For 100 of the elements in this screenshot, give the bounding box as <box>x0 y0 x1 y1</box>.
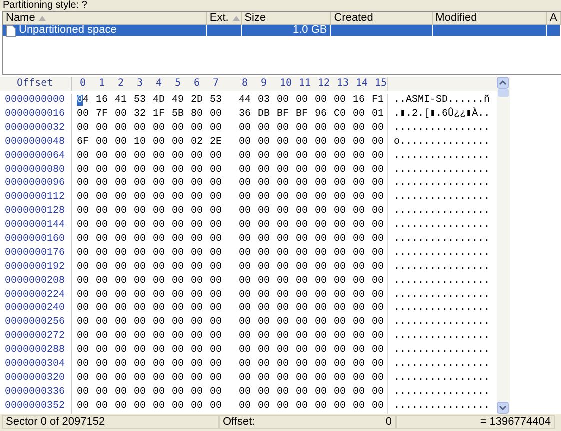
column-header[interactable]: Created <box>331 12 433 24</box>
hex-byte[interactable]: 00 <box>277 260 296 275</box>
hex-byte[interactable]: 00 <box>153 246 172 261</box>
hex-byte[interactable]: 00 <box>210 330 229 344</box>
hex-byte[interactable]: 00 <box>172 136 191 150</box>
column-header[interactable]: Name <box>3 12 207 24</box>
hex-byte[interactable]: 00 <box>334 94 353 108</box>
hex-byte[interactable]: 00 <box>191 372 210 386</box>
hex-byte[interactable]: 00 <box>153 288 172 302</box>
hex-byte[interactable]: 2E <box>210 136 229 150</box>
hex-byte[interactable]: 00 <box>315 372 334 386</box>
hex-byte[interactable]: 00 <box>77 288 96 302</box>
hex-byte[interactable]: 00 <box>172 177 191 192</box>
hex-byte[interactable]: 00 <box>96 316 115 330</box>
hex-byte[interactable]: 00 <box>115 108 134 122</box>
hex-byte[interactable]: 00 <box>134 122 153 136</box>
hex-byte[interactable]: 00 <box>258 316 277 330</box>
hex-byte[interactable]: 00 <box>96 386 115 400</box>
hex-byte[interactable]: 00 <box>96 136 115 150</box>
hex-byte[interactable]: 00 <box>239 288 258 302</box>
hex-byte[interactable]: 00 <box>210 372 229 386</box>
hex-byte[interactable]: 00 <box>77 219 96 233</box>
hex-byte[interactable]: 00 <box>372 330 391 344</box>
hex-byte[interactable]: 00 <box>277 164 296 178</box>
hex-byte[interactable]: BF <box>277 108 296 122</box>
hex-byte[interactable]: 00 <box>239 205 258 220</box>
hex-byte[interactable]: 00 <box>210 358 229 372</box>
hex-byte[interactable]: 00 <box>172 191 191 206</box>
hex-byte[interactable]: 53 <box>134 94 153 108</box>
hex-byte[interactable]: 00 <box>296 330 315 344</box>
hex-byte[interactable]: 00 <box>77 122 96 136</box>
hex-byte[interactable]: 00 <box>134 386 153 400</box>
hex-byte[interactable]: 00 <box>277 386 296 400</box>
hex-byte[interactable]: 00 <box>315 191 334 206</box>
hex-byte[interactable]: 00 <box>353 358 372 372</box>
hex-byte[interactable]: 00 <box>334 246 353 261</box>
hex-byte[interactable]: 00 <box>334 191 353 206</box>
hex-byte[interactable]: 00 <box>153 372 172 386</box>
hex-byte[interactable]: 00 <box>258 358 277 372</box>
hex-byte[interactable]: 5B <box>172 108 191 122</box>
hex-byte[interactable]: 00 <box>134 302 153 316</box>
hex-byte[interactable]: 00 <box>353 232 372 247</box>
hex-byte[interactable]: 00 <box>96 246 115 261</box>
hex-byte[interactable]: 00 <box>191 246 210 261</box>
hex-byte[interactable]: 00 <box>258 330 277 344</box>
hex-byte[interactable]: 00 <box>315 177 334 192</box>
hex-byte[interactable]: 00 <box>353 246 372 261</box>
hex-byte[interactable]: 00 <box>334 260 353 275</box>
hex-byte[interactable]: 00 <box>258 288 277 302</box>
hex-byte[interactable]: 00 <box>134 344 153 358</box>
hex-byte[interactable]: F1 <box>372 94 391 108</box>
hex-byte[interactable]: 00 <box>353 136 372 150</box>
hex-byte[interactable]: 00 <box>115 274 134 289</box>
hex-byte[interactable]: 00 <box>153 344 172 358</box>
hex-byte[interactable]: 00 <box>258 191 277 206</box>
hex-byte[interactable]: 41 <box>115 94 134 108</box>
hex-byte[interactable]: 00 <box>372 372 391 386</box>
hex-byte[interactable]: 00 <box>77 358 96 372</box>
hex-byte[interactable]: 00 <box>277 302 296 316</box>
hex-byte[interactable]: 00 <box>96 330 115 344</box>
hex-byte[interactable]: 00 <box>277 372 296 386</box>
hex-byte[interactable]: 00 <box>277 330 296 344</box>
hex-byte[interactable]: 00 <box>172 219 191 233</box>
hex-byte[interactable]: 00 <box>96 150 115 164</box>
hex-byte[interactable]: 00 <box>296 400 315 414</box>
hex-byte[interactable]: 00 <box>239 400 258 414</box>
hex-byte[interactable]: 00 <box>239 150 258 164</box>
hex-byte[interactable]: 00 <box>334 232 353 247</box>
hex-byte[interactable]: 00 <box>239 372 258 386</box>
hex-byte[interactable]: 00 <box>172 150 191 164</box>
hex-byte[interactable]: 00 <box>210 205 229 220</box>
hex-byte[interactable]: 00 <box>315 94 334 108</box>
hex-byte[interactable]: 00 <box>296 316 315 330</box>
hex-byte[interactable]: 00 <box>134 260 153 275</box>
hex-byte[interactable]: 00 <box>115 191 134 206</box>
hex-byte[interactable]: 00 <box>115 386 134 400</box>
hex-byte[interactable]: 00 <box>353 108 372 122</box>
hex-byte[interactable]: 00 <box>296 94 315 108</box>
hex-byte[interactable]: 00 <box>277 344 296 358</box>
hex-byte[interactable]: 00 <box>296 344 315 358</box>
hex-byte[interactable]: C0 <box>334 108 353 122</box>
hex-byte[interactable]: 00 <box>115 400 134 414</box>
hex-byte[interactable]: 00 <box>210 274 229 289</box>
hex-byte[interactable]: 00 <box>277 358 296 372</box>
hex-byte[interactable]: 00 <box>153 400 172 414</box>
hex-byte[interactable]: 00 <box>334 177 353 192</box>
hex-byte[interactable]: 00 <box>77 302 96 316</box>
hex-byte[interactable]: 00 <box>134 205 153 220</box>
hex-byte[interactable]: 00 <box>134 232 153 247</box>
hex-byte[interactable]: 00 <box>153 191 172 206</box>
hex-byte[interactable]: 00 <box>239 302 258 316</box>
hex-byte[interactable]: 00 <box>191 400 210 414</box>
hex-byte[interactable]: 00 <box>172 344 191 358</box>
hex-byte[interactable]: 00 <box>153 274 172 289</box>
hex-byte[interactable]: 00 <box>134 372 153 386</box>
hex-byte[interactable]: 00 <box>277 246 296 261</box>
hex-byte[interactable]: 00 <box>258 232 277 247</box>
hex-byte[interactable]: 00 <box>315 246 334 261</box>
hex-byte[interactable]: 00 <box>77 232 96 247</box>
hex-byte[interactable]: 00 <box>153 205 172 220</box>
